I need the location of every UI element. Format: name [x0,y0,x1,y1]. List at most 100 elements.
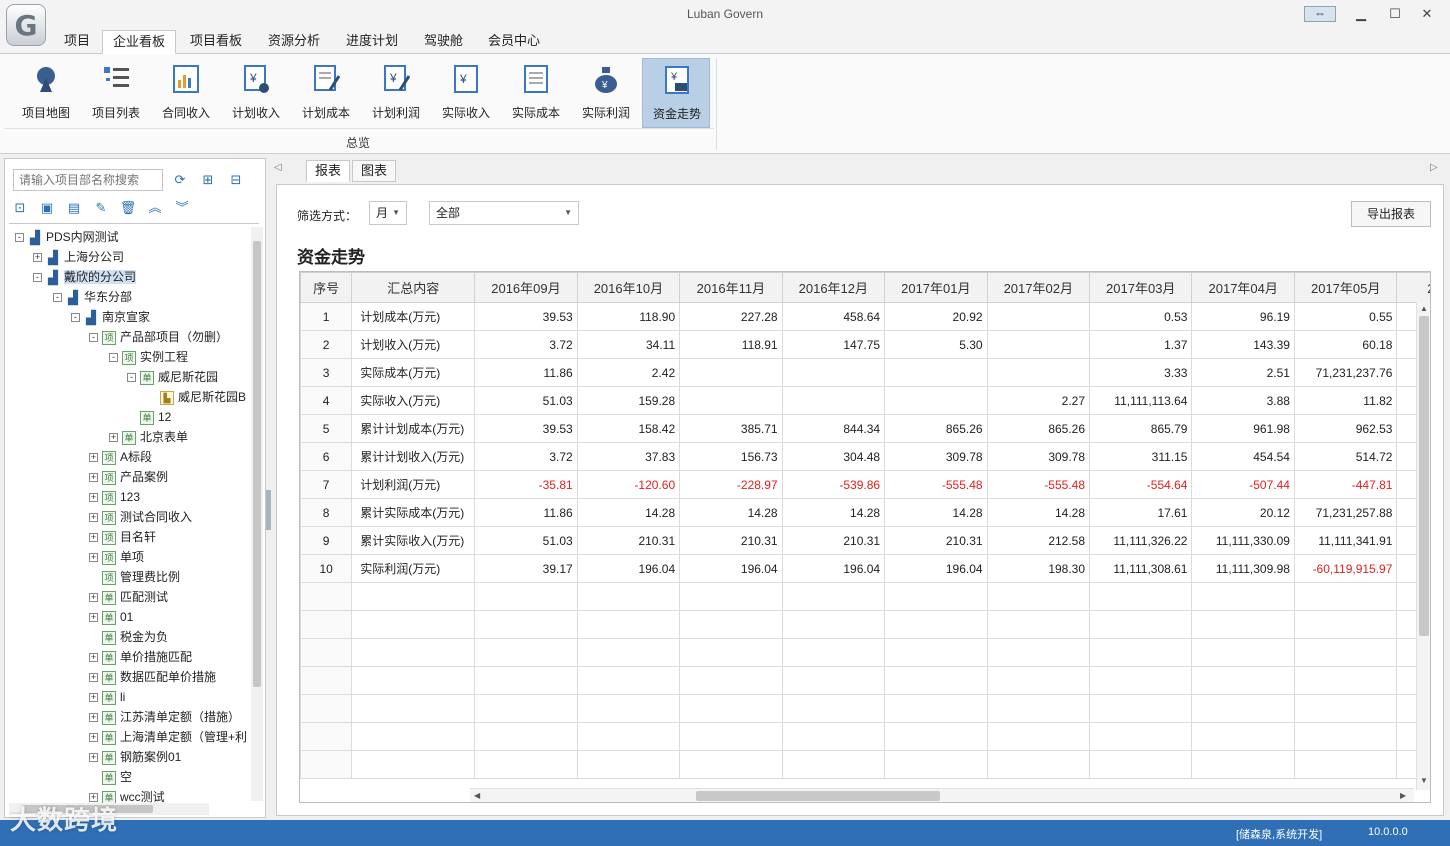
minimize-button[interactable]: ▁ [1346,4,1376,24]
tree-node[interactable]: - ▟ PDS内网测试 [15,227,119,247]
collapse-icon[interactable]: - [89,333,98,343]
expand-icon[interactable]: + [89,613,98,623]
scroll-up-icon[interactable]: ▲ [1420,304,1428,313]
collapse-icon[interactable]: - [33,273,42,283]
column-header[interactable]: 2017年05月 [1293,272,1398,303]
column-header[interactable]: 2017年 [1396,272,1430,303]
panel-splitter[interactable] [266,490,271,530]
tree-node[interactable]: + 单匹配测试 [89,587,168,607]
table-horizontal-scrollbar[interactable]: ◀ ▶ [470,788,1414,802]
scroll-down-icon[interactable]: ▼ [1420,776,1428,785]
expand-icon[interactable]: + [89,453,98,463]
ribbon-button-5[interactable]: ¥ 计划利润 [362,58,430,128]
tree-node[interactable]: 项管理费比例 [89,567,180,587]
export-report-button[interactable]: 导出报表 [1351,201,1431,227]
menu-tab-5[interactable]: 驾驶舱 [414,30,473,54]
expand-icon[interactable]: + [89,693,98,703]
menu-tab-2[interactable]: 项目看板 [180,30,252,54]
expand-icon[interactable]: + [89,533,98,543]
tree-search-input[interactable] [13,169,163,191]
add-unit-icon[interactable]: ▤ [65,199,83,217]
expand-all-icon[interactable]: ⊞ [199,171,217,189]
table-hscroll-thumb[interactable] [696,791,940,801]
menu-tab-4[interactable]: 进度计划 [336,30,408,54]
tree-node[interactable]: - ▟ 戴欣的分公司 [33,267,137,287]
tree-node[interactable]: + 单江苏清单定额（措施） [89,707,240,727]
table-row[interactable]: 1 计划成本(万元) 39.53 118.90 227.28 458.64 20.92 0.5… [300,302,1430,331]
ribbon-button-0[interactable]: 项目地图 [12,58,80,128]
expand-icon[interactable]: + [89,673,98,683]
tree-node[interactable]: + 项 123 [89,487,140,507]
ribbon-button-8[interactable]: ¥ 实际利润 [572,58,640,128]
swap-window-icon[interactable]: ⇔ [1304,6,1336,22]
column-header[interactable]: 汇总内容 [351,272,476,303]
add-project-icon[interactable]: ▣ [38,199,56,217]
tree-node[interactable]: - 项产品部项目（勿删） [89,327,228,347]
maximize-button[interactable]: ☐ [1380,4,1410,24]
add-company-icon[interactable]: ⊡ [11,199,29,217]
collapse-icon[interactable]: - [109,353,118,363]
ribbon-button-3[interactable]: ¥ 计划收入 [222,58,290,128]
menu-tab-3[interactable]: 资源分析 [258,30,330,54]
view-tab-0[interactable]: 报表 [306,160,351,182]
collapse-icon[interactable]: - [127,373,136,383]
column-header[interactable]: 2017年02月 [986,272,1091,303]
expand-icon[interactable]: + [89,593,98,603]
table-row[interactable]: 7 计划利润(万元) -35.81 -120.60 -228.97 -539.86 -555… [300,470,1430,499]
column-header[interactable]: 序号 [300,272,353,303]
tree-node[interactable]: + 单钢筋案例01 [89,747,181,767]
expand-icon[interactable]: + [89,753,98,763]
tree-node[interactable]: - ▟ 华东分部 [53,287,132,307]
collapse-icon[interactable]: - [15,233,24,243]
scroll-left-icon[interactable]: ◀ [474,791,480,800]
column-header[interactable]: 2017年03月 [1089,272,1193,303]
tree-node[interactable]: + 单上海清单定额（管理+利 [89,727,247,747]
ribbon-button-4[interactable]: 计划成本 [292,58,360,128]
tree-node[interactable]: - 项实例工程 [109,347,188,367]
tree-node[interactable]: + 单数据匹配单价措施 [89,667,216,687]
table-row[interactable]: 2 计划收入(万元) 3.72 34.11 118.91 147.75 5.30 1.37 14… [300,330,1430,359]
move-up-icon[interactable]: ︽ [146,199,164,217]
collapse-all-icon[interactable]: ⊟ [227,171,245,189]
tree-node[interactable]: + 项 A标段 [89,447,152,467]
table-row[interactable]: 4 实际收入(万元) 51.03 159.28 2.27 11,111,113.64 3.8… [300,386,1430,415]
tab-scroll-right-icon[interactable]: ▷ [1430,162,1438,173]
tree-node[interactable]: + 项单项 [89,547,144,567]
tree-node[interactable]: + 项产品案例 [89,467,168,487]
table-row[interactable]: 3 实际成本(万元) 11.86 2.42 3.33 2.51 71,231,237.76 [300,358,1430,387]
column-header[interactable]: 2016年11月 [679,272,783,303]
tree-node[interactable]: - 单威尼斯花园 [127,367,218,387]
tree-scroll-thumb[interactable] [253,241,261,687]
table-row[interactable]: 10 实际利润(万元) 39.17 196.04 196.04 196.04 196.04 1… [300,554,1430,583]
tree-node[interactable]: + 单北京表单 [109,427,188,447]
table-row[interactable]: 6 累计计划收入(万元) 3.72 37.83 156.73 304.48 309.78 30… [300,442,1430,471]
expand-icon[interactable]: + [109,433,118,443]
table-vertical-scrollbar[interactable]: ▲ ▼ [1416,302,1430,790]
expand-icon[interactable]: + [89,653,98,663]
column-header[interactable]: 2017年04月 [1191,272,1295,303]
table-row[interactable]: 8 累计实际成本(万元) 11.86 14.28 14.28 14.28 14.28 14.2… [300,498,1430,527]
table-row[interactable]: 5 累计计划成本(万元) 39.53 158.42 385.71 844.34 865.26… [300,414,1430,443]
menu-tab-1[interactable]: 企业看板 [102,30,177,54]
delete-icon[interactable]: 🗑 [119,199,137,217]
menu-tab-6[interactable]: 会员中心 [478,30,550,54]
ribbon-button-6[interactable]: ¥ 实际收入 [432,58,500,128]
column-header[interactable]: 2016年09月 [474,272,578,303]
collapse-icon[interactable]: - [71,313,80,323]
column-header[interactable]: 2017年01月 [884,272,988,303]
ribbon-button-7[interactable]: 实际成本 [502,58,570,128]
tree-node[interactable]: + 项测试合同收入 [89,507,192,527]
collapse-icon[interactable]: - [53,293,62,303]
expand-icon[interactable]: + [89,553,98,563]
expand-icon[interactable]: + [89,473,98,483]
expand-icon[interactable]: + [89,733,98,743]
expand-icon[interactable]: + [89,713,98,723]
ribbon-button-1[interactable]: 项目列表 [82,58,150,128]
ribbon-button-2[interactable]: 合同收入 [152,58,220,128]
tree-node[interactable]: + 单单价措施匹配 [89,647,192,667]
tree-node[interactable]: + 项目名轩 [89,527,156,547]
app-logo[interactable]: G [6,4,46,46]
tree-node[interactable]: + ▟ 上海分公司 [33,247,124,267]
ribbon-button-9[interactable]: ¥ 资金走势 [642,58,710,128]
tree-node[interactable]: 单税金为负 [89,627,168,647]
